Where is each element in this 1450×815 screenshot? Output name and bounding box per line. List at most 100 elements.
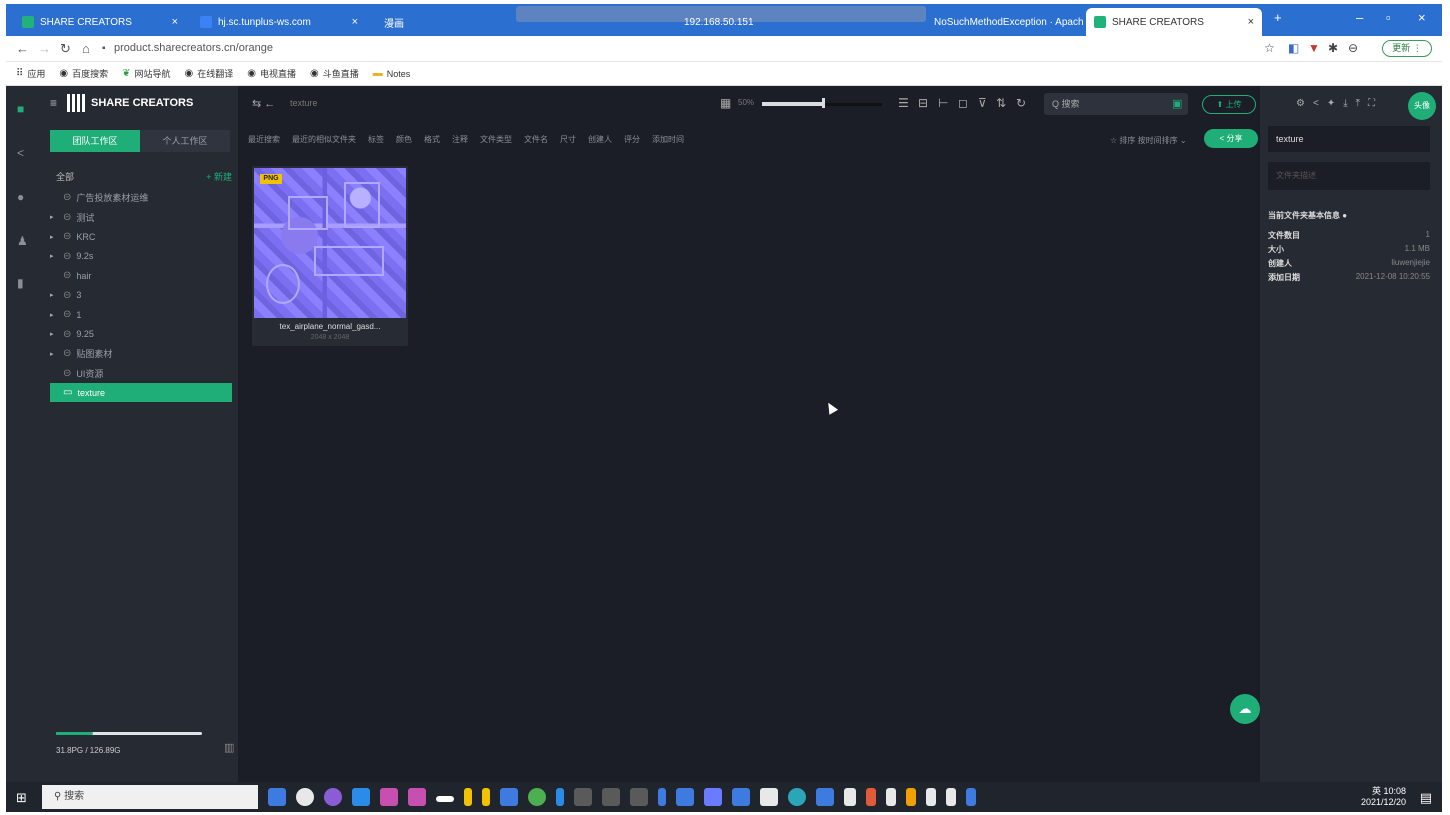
filter-chip[interactable]: 尺寸 xyxy=(560,134,576,145)
browser-tab[interactable]: NoSuchMethodException · Apach × xyxy=(926,8,1084,36)
tree-item[interactable]: ▸ ⊝ 1 xyxy=(50,305,232,324)
share-icon[interactable]: < xyxy=(17,146,24,160)
filter-chip[interactable]: 文件名 xyxy=(524,134,548,145)
filter-chip[interactable]: 文件类型 xyxy=(480,134,512,145)
url-field[interactable]: product.sharecreators.cn/orange xyxy=(114,42,273,54)
settings-icon[interactable]: ⚙ xyxy=(1296,98,1305,109)
windows-start-icon[interactable]: ⊞ xyxy=(16,790,27,806)
tree-item[interactable]: ▸ ⊝ 测试 xyxy=(50,208,232,227)
notification-icon[interactable]: ▤ xyxy=(1420,790,1432,806)
tray-icon[interactable] xyxy=(946,788,956,806)
app-icon[interactable] xyxy=(676,788,694,806)
terminal-icon[interactable] xyxy=(630,788,648,806)
refresh-icon[interactable]: ↻ xyxy=(1016,96,1026,110)
tray-icon[interactable] xyxy=(926,788,936,806)
app-icon[interactable] xyxy=(296,788,314,806)
bookmark-item[interactable]: ◉ 在线翻译 xyxy=(185,67,234,80)
folder-name-field[interactable]: texture xyxy=(1268,126,1430,152)
browser-update-button[interactable]: 更新 ⋮ xyxy=(1382,40,1432,57)
new-tab-button[interactable]: + xyxy=(1274,10,1282,25)
upload-button[interactable]: ⬆ 上传 xyxy=(1202,95,1256,114)
expand-arrow-icon[interactable]: ▸ xyxy=(50,233,58,241)
tree-item[interactable]: ▸ ⊝ KRC xyxy=(50,227,232,246)
expand-arrow-icon[interactable]: ▸ xyxy=(50,252,58,260)
people-icon[interactable]: ♟ xyxy=(17,234,28,248)
bookmark-item[interactable]: ◉ 电视直播 xyxy=(247,67,296,80)
bookmark-item[interactable]: ▬ Notes xyxy=(373,68,411,79)
menu-icon[interactable]: ≡ xyxy=(50,96,57,110)
select-icon[interactable]: ◻ xyxy=(958,96,968,110)
tab-team-workspace[interactable]: 团队工作区 xyxy=(50,130,140,152)
list-view-icon[interactable]: ☰ xyxy=(898,96,909,110)
avatar[interactable]: 头像 xyxy=(1408,92,1436,120)
app-icon[interactable] xyxy=(380,788,398,806)
tree-item[interactable]: ⊝ hair xyxy=(50,266,232,285)
filter-chip[interactable]: 评分 xyxy=(624,134,640,145)
app-icon[interactable] xyxy=(408,788,426,806)
app-icon[interactable] xyxy=(704,788,722,806)
trash-icon[interactable]: ▥ xyxy=(224,741,234,754)
grid-view-icon[interactable]: ⊟ xyxy=(918,96,928,110)
forward-icon[interactable]: → xyxy=(38,41,51,56)
collapse-icon[interactable]: ⇆ ← xyxy=(252,97,275,110)
download-icon[interactable]: ⤓ xyxy=(1343,98,1347,109)
filter-chip[interactable]: 颜色 xyxy=(396,134,412,145)
file-card[interactable]: PNG tex_airplane_normal_gasd... 2048 x 2… xyxy=(252,166,408,346)
share-icon[interactable]: < xyxy=(1313,98,1319,109)
reload-icon[interactable]: ↻ xyxy=(60,41,71,57)
tab-personal-workspace[interactable]: 个人工作区 xyxy=(140,130,230,152)
tray-icon[interactable] xyxy=(906,788,916,806)
folder-description-field[interactable]: 文件夹描述 xyxy=(1268,162,1430,190)
close-tab-icon[interactable]: × xyxy=(172,16,178,28)
app-icon[interactable] xyxy=(436,796,454,802)
breadcrumb[interactable]: texture xyxy=(290,98,318,108)
browser-tab[interactable]: hj.sc.tunplus-ws.com × xyxy=(192,8,366,36)
tray-icon[interactable] xyxy=(966,788,976,806)
bookmark-apps[interactable]: ⠿ 应用 xyxy=(16,67,45,80)
app-icon[interactable] xyxy=(816,788,834,806)
bookmark-item[interactable]: ◉ 斗鱼直播 xyxy=(310,67,359,80)
app-icon[interactable] xyxy=(500,788,518,806)
maximize-icon[interactable]: ▫ xyxy=(1386,10,1391,25)
app-icon[interactable] xyxy=(464,788,472,806)
fullscreen-icon[interactable]: ⛶ xyxy=(1368,98,1375,109)
file-thumbnail[interactable]: PNG xyxy=(254,168,406,318)
close-tab-icon[interactable]: × xyxy=(1248,16,1254,28)
share-button[interactable]: < 分享 xyxy=(1204,129,1258,148)
new-folder-button[interactable]: + 新建 xyxy=(206,170,232,183)
extensions-puzzle-icon[interactable]: ✱ xyxy=(1328,41,1338,55)
search-input[interactable]: Q 搜索 xyxy=(1044,93,1188,115)
browser-tab[interactable]: 192.168.50.151 xyxy=(676,8,766,36)
edge-icon[interactable] xyxy=(788,788,806,806)
sort-dropdown[interactable]: ☆ 排序 按时间排序 ⌄ xyxy=(1110,135,1187,146)
minimize-icon[interactable]: – xyxy=(1356,10,1363,25)
filter-chip[interactable]: 注释 xyxy=(452,134,468,145)
tree-item[interactable]: ▸ ⊝ 9.25 xyxy=(50,325,232,344)
filter-chip[interactable]: 最近的相似文件夹 xyxy=(292,134,356,145)
tree-item[interactable]: ⊝ UI资源 xyxy=(50,364,232,383)
profile-icon[interactable]: ⊖ xyxy=(1348,41,1358,55)
system-clock[interactable]: 英 10:08 2021/12/20 xyxy=(1361,786,1406,808)
input-language[interactable]: 英 xyxy=(1372,786,1381,796)
tray-icon[interactable] xyxy=(886,788,896,806)
expand-arrow-icon[interactable]: ▸ xyxy=(50,330,58,338)
browser-tab[interactable]: 漫画 xyxy=(376,8,436,36)
browser-tab-active[interactable]: SHARE CREATORS × xyxy=(1086,8,1262,36)
app-icon[interactable] xyxy=(658,788,666,806)
zoom-slider-handle[interactable] xyxy=(822,98,825,108)
app-icon[interactable] xyxy=(268,788,286,806)
extension-icon[interactable]: ◧ xyxy=(1288,41,1299,55)
home-icon[interactable]: ■ xyxy=(17,102,24,116)
upload-icon[interactable]: ⤒ xyxy=(1356,98,1360,109)
home-icon[interactable]: ⌂ xyxy=(82,41,90,56)
bookmark-item[interactable]: ◉ 百度搜索 xyxy=(59,67,108,80)
expand-arrow-icon[interactable]: ▸ xyxy=(50,350,58,358)
browser-tab[interactable]: SHARE CREATORS × xyxy=(14,8,186,36)
chrome-icon[interactable] xyxy=(528,788,546,806)
filter-chip[interactable]: 标签 xyxy=(368,134,384,145)
app-icon[interactable] xyxy=(556,788,564,806)
app-icon[interactable] xyxy=(732,788,750,806)
terminal-icon[interactable] xyxy=(574,788,592,806)
terminal-icon[interactable] xyxy=(602,788,620,806)
tray-icon[interactable] xyxy=(866,788,876,806)
